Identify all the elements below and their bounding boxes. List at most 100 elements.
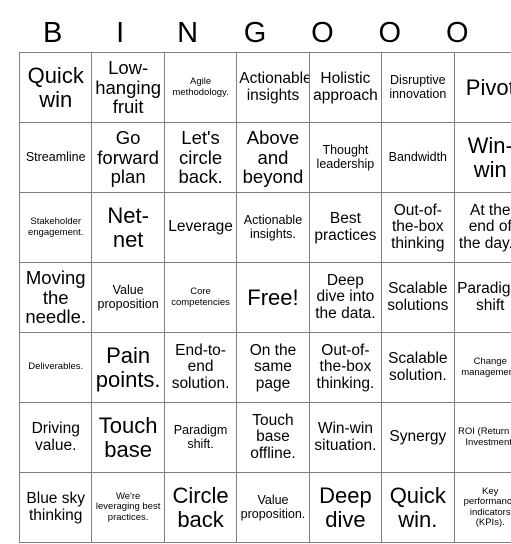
bingo-row: Streamline Go forward plan Let's circle ba… [18, 122, 511, 193]
bingo-cell[interactable]: Deliverables. [18, 332, 93, 403]
bingo-cell[interactable]: Touch base [91, 402, 165, 473]
bingo-header-letter: B [43, 17, 63, 49]
bingo-cell[interactable]: Disruptive innovation [381, 52, 455, 123]
bingo-cell-label: Agile methodology. [172, 76, 229, 98]
bingo-cell-label: Actionable insights. [243, 213, 303, 241]
bingo-cell-label: Blue sky thinking [26, 490, 85, 524]
bingo-cell[interactable]: Out-of-the-box thinking [381, 192, 455, 263]
bingo-cell[interactable]: Change management. [453, 332, 511, 403]
bingo-cell-label: Touch base offline. [250, 411, 296, 462]
bingo-cell-label: Change management. [461, 356, 511, 378]
bingo-cell[interactable]: Agile methodology. [163, 52, 238, 123]
bingo-cell[interactable]: Value proposition. [236, 472, 310, 543]
bingo-free-space[interactable]: Free! [236, 262, 310, 333]
bingo-cell[interactable]: Stakeholder engagement. [18, 192, 93, 263]
bingo-cell-label: Stakeholder engagement. [27, 216, 84, 238]
bingo-cell-label: Thought leadership [316, 143, 375, 171]
bingo-row: Quick win Low-hanging fruit Agile methodol… [18, 52, 511, 123]
bingo-cell[interactable]: Scalable solution. [381, 332, 455, 403]
bingo-row: Driving value. Touch base Paradigm shift. T… [18, 402, 511, 473]
bingo-row: Deliverables. Pain points. End-to-end solu… [18, 332, 511, 403]
bingo-cell[interactable]: Driving value. [18, 402, 93, 473]
bingo-cell[interactable]: Low-hanging fruit [91, 52, 165, 123]
bingo-cell[interactable]: Best practices [308, 192, 383, 263]
bingo-cell-label: Moving the needle. [25, 267, 87, 328]
bingo-cell-label: Out-of-the-box thinking. [316, 341, 375, 392]
bingo-grid: Quick win Low-hanging fruit Agile methodol… [18, 52, 511, 543]
bingo-cell-label: Paradigm shift [457, 280, 511, 314]
bingo-cell[interactable]: Circle back [163, 472, 238, 543]
bingo-header-letter: N [177, 17, 199, 49]
bingo-cell[interactable]: Pain points. [91, 332, 165, 403]
bingo-cell-label: End-to-end solution. [171, 341, 230, 392]
bingo-cell[interactable]: Thought leadership [308, 122, 383, 193]
bingo-cell[interactable]: Paradigm shift [453, 262, 511, 333]
bingo-cell[interactable]: Actionable insights [236, 52, 310, 123]
bingo-cell[interactable]: Out-of-the-box thinking. [308, 332, 383, 403]
bingo-cell[interactable]: Quick win. [381, 472, 455, 543]
bingo-cell-label: Pain points. [95, 343, 161, 392]
bingo-cell-label: Bandwidth [388, 149, 447, 164]
bingo-cell-label: ROI (Return on Investment) [458, 426, 511, 448]
bingo-cell-label: Touch base [98, 413, 158, 462]
bingo-cell[interactable]: Go forward plan [91, 122, 165, 193]
bingo-cell[interactable]: Paradigm shift. [163, 402, 238, 473]
bingo-cell[interactable]: Let's circle back. [163, 122, 238, 193]
bingo-cell[interactable]: Actionable insights. [236, 192, 310, 263]
bingo-cell[interactable]: Net-net [91, 192, 165, 263]
bingo-cell-label: Free! [247, 284, 299, 310]
bingo-cell-label: Let's circle back. [178, 127, 223, 188]
bingo-row: Stakeholder engagement. Net-net Leverage Ac… [18, 192, 511, 263]
bingo-cell-label: Deep dive into the data. [315, 271, 376, 322]
bingo-cell-label: Holistic approach [313, 70, 378, 104]
bingo-cell[interactable]: Core competencies [163, 262, 238, 333]
bingo-cell-label: Out-of-the-box thinking [391, 201, 445, 252]
bingo-cell[interactable]: Blue sky thinking [18, 472, 93, 543]
bingo-cell[interactable]: Pivot [453, 52, 511, 123]
bingo-cell-label: Driving value. [31, 420, 80, 454]
bingo-cell-label: Core competencies [171, 286, 230, 308]
bingo-cell[interactable]: Moving the needle. [18, 262, 93, 333]
bingo-cell[interactable]: On the same page [236, 332, 310, 403]
bingo-cell[interactable]: At the end of the day... [453, 192, 511, 263]
bingo-cell[interactable]: Win-win [453, 122, 511, 193]
bingo-cell[interactable]: Deep dive into the data. [308, 262, 383, 333]
bingo-cell[interactable]: End-to-end solution. [163, 332, 238, 403]
bingo-header-letter: G [243, 17, 267, 49]
bingo-cell[interactable]: Key performance indicators (KPIs). [453, 472, 511, 543]
bingo-cell-label: Deliverables. [28, 361, 84, 373]
bingo-cell-label: Key performance indicators (KPIs). [463, 486, 511, 528]
bingo-cell[interactable]: Quick win [18, 52, 93, 123]
bingo-cell-label: Disruptive innovation [389, 73, 447, 101]
bingo-header-letter: I [116, 17, 125, 49]
bingo-cell-label: Win-win [467, 133, 511, 182]
bingo-cell-label: At the end of the day... [458, 201, 511, 252]
bingo-cell[interactable]: Leverage [163, 192, 238, 263]
bingo-cell[interactable]: Streamline [18, 122, 93, 193]
bingo-card: B I N G O O O Quick win Low-hanging fruit Agile … [18, 0, 511, 543]
bingo-cell-label: Leverage [168, 218, 233, 236]
bingo-cell-label: Scalable solution. [388, 350, 448, 384]
bingo-header: BINGOOO [19, 0, 491, 52]
bingo-cell[interactable]: ROI (Return on Investment) [453, 402, 511, 473]
bingo-cell-label: Best practices [314, 210, 377, 244]
bingo-cell[interactable]: Bandwidth [381, 122, 455, 193]
bingo-cell[interactable]: Touch base offline. [236, 402, 310, 473]
bingo-cell[interactable]: We're leveraging best practices. [91, 472, 165, 543]
bingo-cell[interactable]: Above and beyond [236, 122, 310, 193]
bingo-cell[interactable]: Win-win situation. [308, 402, 383, 473]
bingo-header-letter: O [378, 17, 402, 49]
bingo-cell-label: Value proposition [97, 283, 159, 311]
bingo-row: Blue sky thinking We're leveraging best p… [18, 472, 511, 543]
bingo-cell[interactable]: Synergy [381, 402, 455, 473]
bingo-cell-label: Paradigm shift. [173, 423, 228, 451]
bingo-cell[interactable]: Value proposition [91, 262, 165, 333]
bingo-cell[interactable]: Scalable solutions [381, 262, 455, 333]
bingo-cell[interactable]: Deep dive [308, 472, 383, 543]
bingo-cell-label: Low-hanging fruit [95, 57, 162, 118]
bingo-cell-label: Synergy [389, 428, 447, 446]
bingo-cell-label: Net-net [107, 203, 149, 252]
bingo-cell-label: Value proposition. [240, 493, 306, 521]
bingo-cell[interactable]: Holistic approach [308, 52, 383, 123]
bingo-cell-label: We're leveraging best practices. [95, 491, 161, 523]
